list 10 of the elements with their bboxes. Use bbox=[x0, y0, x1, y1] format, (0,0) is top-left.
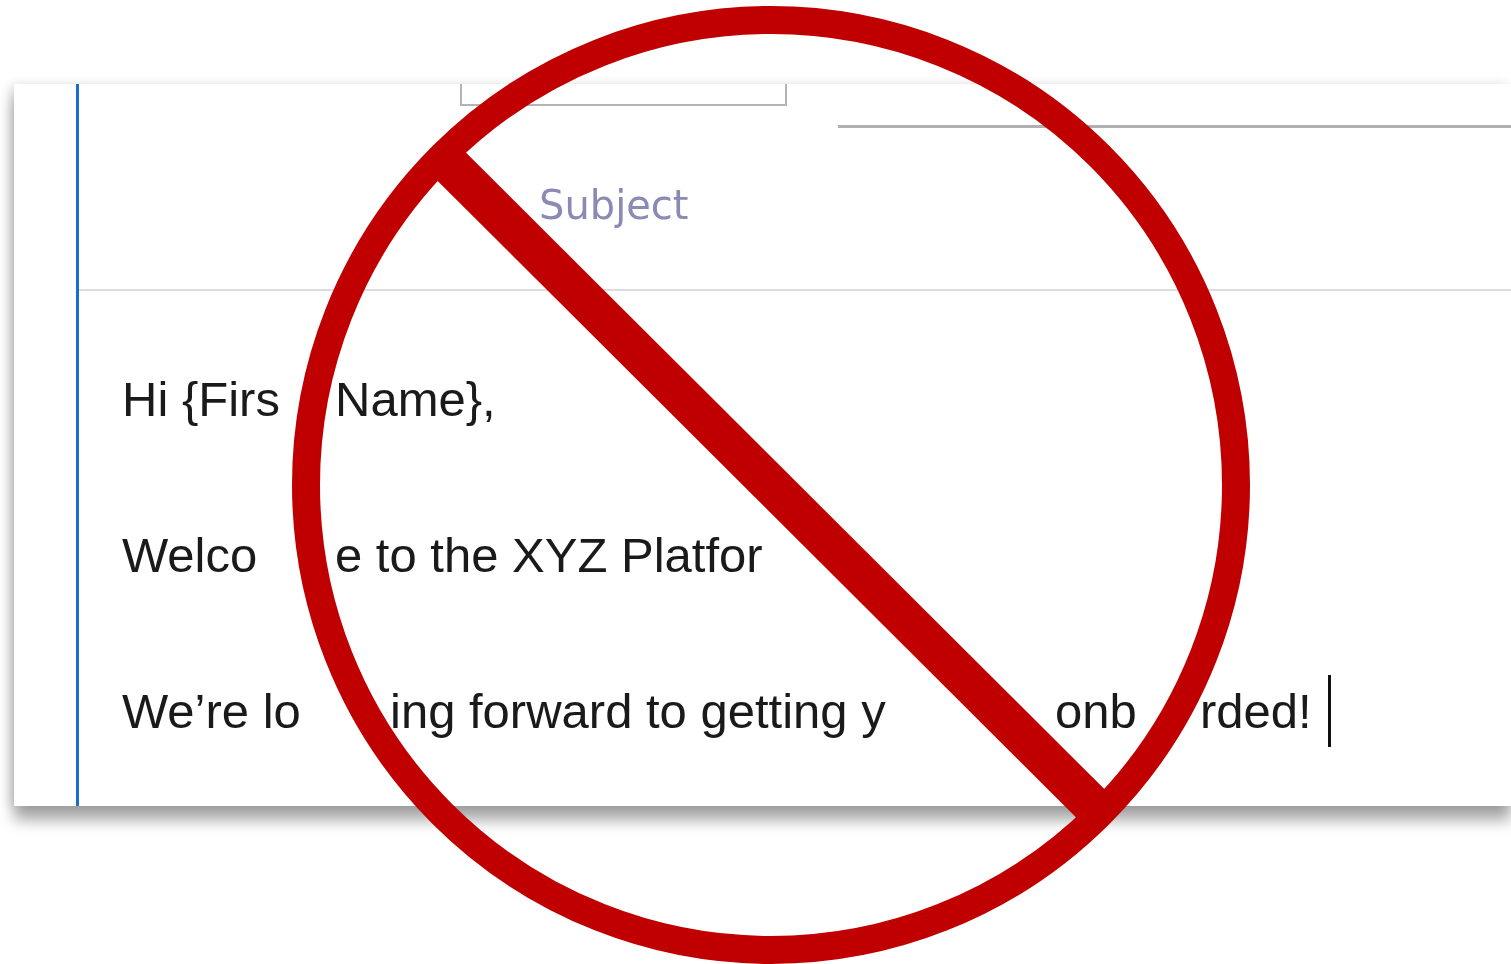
body-text: We’re lo bbox=[122, 683, 301, 739]
body-text: e to the XYZ Platfor bbox=[335, 527, 763, 583]
body-text: ing forward to getting y bbox=[390, 683, 886, 739]
body-text: Welco bbox=[122, 527, 258, 583]
recipient-field[interactable] bbox=[460, 84, 787, 106]
body-text: onb bbox=[1055, 683, 1137, 739]
body-text: rded! bbox=[1200, 683, 1312, 739]
body-text: Hi {Firs bbox=[122, 371, 280, 427]
subject-field[interactable]: Subject bbox=[539, 182, 939, 228]
body-text: Name}, bbox=[335, 371, 496, 427]
